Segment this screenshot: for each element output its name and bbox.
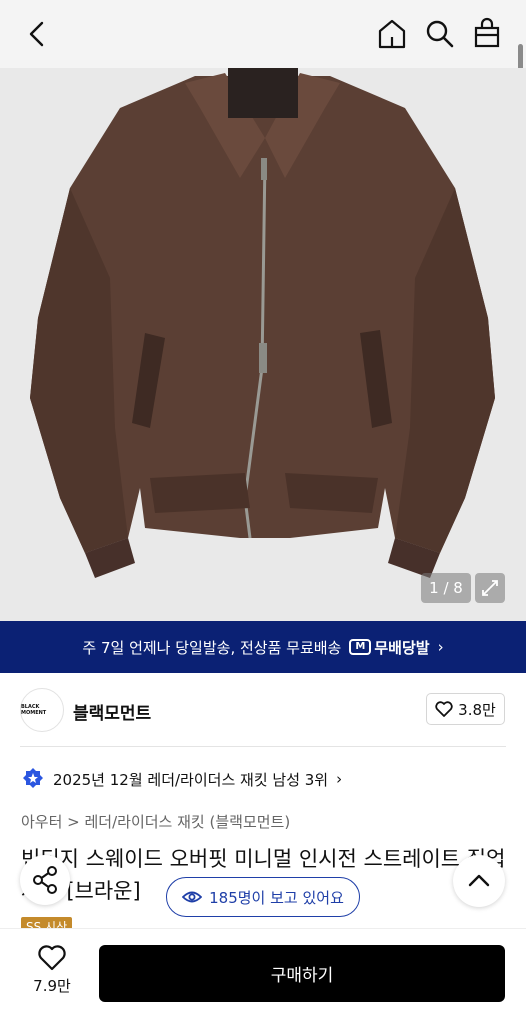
- brand-like-count: 3.8만: [458, 700, 496, 719]
- expand-icon[interactable]: [475, 573, 505, 603]
- shipping-message: 주 7일 언제나 당일발송, 전상품 무료배송: [82, 638, 342, 657]
- brand-row[interactable]: BLACK MOMENT 블랙모먼트 3.8만: [20, 686, 506, 734]
- top-navigation-bar: [0, 0, 526, 68]
- viewers-badge: 185명이 보고 있어요: [166, 877, 360, 917]
- wishlist-button[interactable]: 7.9만: [24, 944, 80, 1004]
- heart-icon: [435, 701, 453, 717]
- ranking-badge-icon: [23, 768, 43, 788]
- bottom-action-bar: 7.9만 구매하기: [0, 928, 526, 1024]
- free-delivery-logo: M 무배당발: [349, 637, 430, 658]
- wishlist-count: 7.9만: [33, 977, 71, 995]
- chevron-right-icon: ›: [437, 638, 444, 656]
- brand-logo[interactable]: BLACK MOMENT: [20, 688, 64, 732]
- chevron-up-icon: [468, 874, 490, 887]
- product-title-line-1: 빈티지 스웨이드 오버핏 미니멀 인시전 스트레이트 집업: [21, 847, 506, 871]
- free-delivery-text: 무배당발: [374, 638, 430, 657]
- buy-button[interactable]: 구매하기: [99, 945, 505, 1002]
- ranking-text: 2025년 12월 레더/라이더스 재킷 남성 3위: [53, 770, 329, 789]
- back-icon[interactable]: [22, 18, 52, 50]
- product-image-gallery[interactable]: [0, 68, 526, 621]
- category-breadcrumb[interactable]: 아우터 > 레더/라이더스 재킷 (블랙모먼트): [21, 811, 290, 832]
- home-icon[interactable]: [376, 17, 408, 51]
- jacket-photo: [30, 68, 495, 578]
- viewers-text: 185명이 보고 있어요: [209, 888, 344, 907]
- chevron-right-icon: ›: [336, 770, 343, 788]
- gallery-counter: 1 / 8: [421, 573, 471, 603]
- ranking-link[interactable]: 2025년 12월 레더/라이더스 재킷 남성 3위 ›: [22, 767, 342, 791]
- divider: [20, 746, 506, 747]
- shipping-banner[interactable]: 주 7일 언제나 당일발송, 전상품 무료배송 M 무배당발 ›: [0, 621, 526, 673]
- scroll-to-top-button[interactable]: [453, 855, 505, 907]
- shopping-bag-icon[interactable]: [471, 16, 503, 50]
- share-icon: [33, 866, 57, 894]
- share-button[interactable]: [20, 855, 70, 905]
- search-icon[interactable]: [424, 17, 456, 51]
- brand-name[interactable]: 블랙모먼트: [73, 699, 151, 724]
- eye-icon: [182, 891, 203, 903]
- delivery-truck-icon: M: [349, 639, 372, 655]
- brand-like-button[interactable]: 3.8만: [426, 693, 505, 725]
- heart-icon: [38, 945, 66, 971]
